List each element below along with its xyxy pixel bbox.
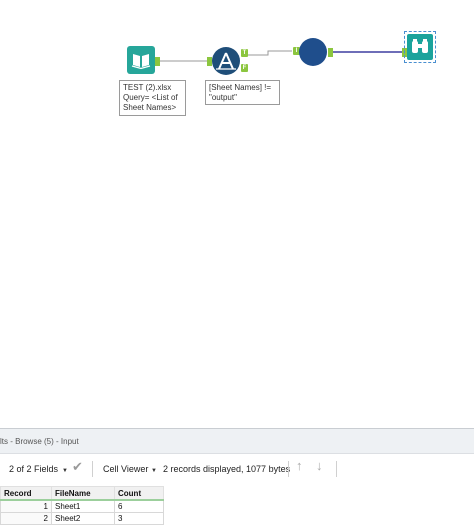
results-grid[interactable]: Record FileName Count 1 Sheet1 6 2 Sheet… — [0, 486, 164, 525]
apply-checkmark-icon[interactable]: ✔ — [72, 460, 83, 473]
book-icon — [127, 46, 155, 74]
column-header-record[interactable]: Record — [0, 486, 52, 501]
count-cell[interactable]: 3 — [114, 512, 164, 525]
cell-viewer-selector[interactable]: Cell Viewer — [103, 463, 148, 475]
filter-icon — [212, 47, 240, 75]
binoculars-icon — [407, 34, 433, 60]
column-header-count[interactable]: Count — [114, 486, 164, 501]
workflow-canvas[interactable]: TEST (2).xlsx Query= <List of Sheet Name… — [0, 0, 474, 425]
record-number-cell: 1 — [0, 499, 52, 513]
filter-tool[interactable] — [212, 47, 240, 75]
circle-icon — [299, 38, 327, 66]
chevron-down-icon[interactable]: ▼ — [151, 465, 157, 477]
dynamic-input-output-anchor[interactable] — [328, 48, 333, 57]
arrow-up-icon[interactable]: ↑ — [296, 459, 303, 472]
fields-selector[interactable]: 2 of 2 Fields — [9, 463, 58, 475]
arrow-down-icon[interactable]: ↓ — [316, 459, 323, 472]
dynamic-input-tool[interactable] — [299, 38, 327, 66]
wire-filter-to-dynamic-input — [246, 50, 292, 56]
fields-label: 2 of 2 Fields — [9, 464, 59, 474]
filter-tool-annotation: [Sheet Names] != "output" — [205, 80, 280, 105]
cell-viewer-label: Cell Viewer — [103, 464, 149, 474]
toolbar-divider — [92, 461, 93, 477]
toolbar-divider — [288, 461, 289, 477]
count-cell[interactable]: 6 — [114, 499, 164, 513]
filter-false-anchor[interactable]: F — [241, 64, 248, 72]
browse-tool[interactable] — [404, 31, 436, 63]
table-row[interactable]: 2 Sheet2 3 — [0, 512, 164, 525]
results-toolbar: 2 of 2 Fields ▼ ✔ Cell Viewer ▼ 2 record… — [0, 454, 474, 484]
results-panel: lts - Browse (5) - Input 2 of 2 Fields ▼… — [0, 428, 474, 530]
table-row[interactable]: 1 Sheet1 6 — [0, 499, 164, 513]
records-status: 2 records displayed, 1077 bytes — [163, 464, 291, 474]
filename-cell[interactable]: Sheet2 — [51, 512, 115, 525]
filename-cell[interactable]: Sheet1 — [51, 499, 115, 513]
grid-header-row: Record FileName Count — [0, 486, 164, 501]
toolbar-divider — [336, 461, 337, 477]
filter-true-anchor[interactable]: T — [241, 49, 248, 57]
input-data-tool[interactable] — [127, 46, 155, 74]
input-output-anchor[interactable] — [155, 57, 160, 66]
chevron-down-icon[interactable]: ▼ — [62, 465, 68, 477]
record-number-cell: 2 — [0, 512, 52, 525]
input-tool-annotation: TEST (2).xlsx Query= <List of Sheet Name… — [119, 80, 186, 116]
results-title: lts - Browse (5) - Input — [0, 437, 79, 446]
results-header: lts - Browse (5) - Input — [0, 428, 474, 454]
column-header-filename[interactable]: FileName — [51, 486, 115, 501]
